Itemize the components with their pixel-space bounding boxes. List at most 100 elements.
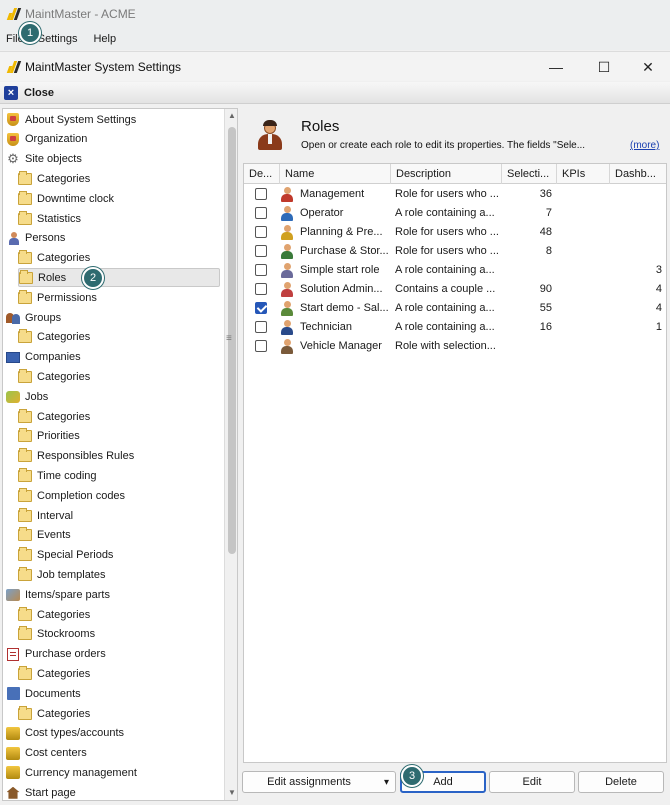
tree-item-categories[interactable]: Categories	[18, 664, 90, 683]
step-badge-3: 3	[401, 765, 423, 787]
folder-icon	[18, 210, 32, 226]
company-icon	[6, 350, 20, 364]
tree-item-items-spare-parts[interactable]: Items/spare parts	[6, 585, 110, 604]
default-checkbox[interactable]	[255, 302, 267, 314]
role-person-icon	[280, 320, 294, 335]
table-row[interactable]: Solution Admin... Contains a couple ... 90…	[244, 280, 666, 299]
tree-item-categories[interactable]: Categories	[18, 169, 90, 188]
cell-dashboards: 4	[655, 283, 662, 295]
table-row[interactable]: Vehicle Manager Role with selection...	[244, 337, 666, 356]
tree-item-cost-types-accounts[interactable]: Cost types/accounts	[6, 724, 124, 743]
tree-item-currency-management[interactable]: Currency management	[6, 763, 137, 782]
folder-icon	[18, 289, 32, 305]
cell-dashboards: 3	[655, 264, 662, 276]
tree-item-about-system-settings[interactable]: About System Settings	[6, 110, 136, 129]
default-checkbox[interactable]	[255, 207, 267, 219]
minimize-button[interactable]: —	[534, 52, 578, 82]
column-header-default[interactable]: De...	[244, 164, 280, 184]
tree-item-job-templates[interactable]: Job templates	[18, 565, 105, 584]
edit-button[interactable]: Edit	[489, 771, 575, 793]
tree-item-roles[interactable]: Roles	[18, 268, 220, 288]
column-header-description[interactable]: Description	[391, 164, 502, 184]
tree-item-start-page[interactable]: Start page	[6, 783, 76, 800]
tree-item-label: Downtime clock	[37, 192, 115, 205]
tree-item-groups[interactable]: Groups	[6, 308, 61, 327]
default-checkbox[interactable]	[255, 245, 267, 257]
tree-item-label: Purchase orders	[25, 648, 106, 661]
tree-item-persons[interactable]: Persons	[6, 229, 65, 248]
tree-item-categories[interactable]: Categories	[18, 605, 90, 624]
tree-item-categories[interactable]: Categories	[18, 367, 90, 386]
tree-scrollbar[interactable]: ▲ ▼	[224, 109, 237, 800]
pane-splitter[interactable]: ≡	[226, 333, 232, 344]
close-window-button[interactable]: ✕	[626, 52, 670, 82]
scroll-down-icon[interactable]: ▼	[228, 788, 236, 797]
settings-tree: ▲ ▼ About System Settings Organization ⚙ Si…	[2, 108, 238, 801]
menu-help[interactable]: Help	[93, 33, 116, 45]
cell-kpis	[557, 318, 605, 337]
table-row[interactable]: Management Role for users who ... 36	[244, 185, 666, 204]
shield-icon	[6, 113, 20, 127]
tree-item-label: Time coding	[37, 469, 97, 482]
tree-item-priorities[interactable]: Priorities	[18, 427, 80, 446]
scroll-up-icon[interactable]: ▲	[228, 111, 236, 120]
cell-name: Operator	[300, 207, 344, 219]
tree-item-time-coding[interactable]: Time coding	[18, 466, 97, 485]
table-row[interactable]: Start demo - Sal... A role containing a..…	[244, 299, 666, 318]
column-header-dashboards[interactable]: Dashb...	[610, 164, 666, 184]
tree-item-downtime-clock[interactable]: Downtime clock	[18, 189, 114, 208]
tree-item-purchase-orders[interactable]: Purchase orders	[6, 645, 106, 664]
role-person-icon	[280, 339, 294, 354]
cell-name: Start demo - Sal...	[300, 302, 389, 314]
close-icon[interactable]: ×	[4, 85, 18, 100]
tree-item-jobs[interactable]: Jobs	[6, 387, 48, 406]
close-button[interactable]: Close	[24, 87, 54, 99]
cell-name: Vehicle Manager	[300, 340, 382, 352]
tree-item-cost-centers[interactable]: Cost centers	[6, 744, 87, 763]
table-row[interactable]: Planning & Pre... Role for users who ... 4…	[244, 223, 666, 242]
tree-item-organization[interactable]: Organization	[6, 130, 87, 149]
default-checkbox[interactable]	[255, 188, 267, 200]
tree-item-categories[interactable]: Categories	[18, 249, 90, 268]
tree-item-categories[interactable]: Categories	[18, 704, 90, 723]
person-icon	[6, 231, 20, 245]
default-checkbox[interactable]	[255, 226, 267, 238]
tree-item-completion-codes[interactable]: Completion codes	[18, 486, 125, 505]
cell-description: A role containing a...	[395, 264, 495, 276]
default-checkbox[interactable]	[255, 264, 267, 276]
edit-assignments-button[interactable]: Edit assignments ▾	[242, 771, 396, 793]
table-row[interactable]: Purchase & Stor... Role for users who ...…	[244, 242, 666, 261]
default-checkbox[interactable]	[255, 321, 267, 333]
tree-item-site-objects[interactable]: ⚙ Site objects	[6, 150, 82, 169]
maintmaster-logo-icon	[6, 8, 22, 20]
table-row[interactable]: Operator A role containing a... 7	[244, 204, 666, 223]
tree-item-categories[interactable]: Categories	[18, 328, 90, 347]
tree-item-companies[interactable]: Companies	[6, 348, 81, 367]
jobs-icon	[6, 390, 20, 404]
default-checkbox[interactable]	[255, 340, 267, 352]
table-row[interactable]: Technician A role containing a... 16 1	[244, 318, 666, 337]
tree-item-responsibles-rules[interactable]: Responsibles Rules	[18, 447, 134, 466]
role-person-icon	[280, 263, 294, 278]
cell-description: Role for users who ...	[395, 226, 499, 238]
tree-item-special-periods[interactable]: Special Periods	[18, 546, 113, 565]
tree-item-events[interactable]: Events	[18, 526, 71, 545]
tree-item-documents[interactable]: Documents	[6, 684, 81, 703]
tree-item-permissions[interactable]: Permissions	[18, 288, 97, 307]
tree-item-interval[interactable]: Interval	[18, 506, 73, 525]
column-header-selections[interactable]: Selecti...	[502, 164, 557, 184]
column-header-name[interactable]: Name	[280, 164, 391, 184]
tree-item-categories[interactable]: Categories	[18, 407, 90, 426]
maximize-button[interactable]: ☐	[582, 52, 626, 82]
cell-name: Purchase & Stor...	[300, 245, 389, 257]
column-header-kpis[interactable]: KPIs	[557, 164, 610, 184]
table-row[interactable]: Simple start role A role containing a... 3	[244, 261, 666, 280]
cell-selections: 7	[545, 207, 552, 219]
tree-item-stockrooms[interactable]: Stockrooms	[18, 625, 95, 644]
tree-item-statistics[interactable]: Statistics	[18, 209, 81, 228]
delete-button[interactable]: Delete	[578, 771, 664, 793]
menu-settings[interactable]: Settings	[38, 33, 78, 45]
more-link[interactable]: (more)	[630, 140, 659, 151]
default-checkbox[interactable]	[255, 283, 267, 295]
step-badge-1: 1	[19, 22, 41, 44]
